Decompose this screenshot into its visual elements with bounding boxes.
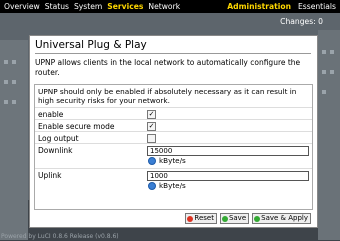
- secure-mode-label: Enable secure mode: [38, 122, 115, 131]
- title-divider: [35, 53, 311, 54]
- enable-label: enable: [38, 110, 64, 119]
- footer-version: Powered by LuCI 0.8.6 Release (v0.8.6): [1, 233, 119, 240]
- page-title: Universal Plug & Play: [35, 39, 147, 51]
- reset-icon: [187, 215, 194, 222]
- reset-button[interactable]: Reset: [185, 213, 217, 224]
- nav-status[interactable]: Status: [45, 2, 69, 11]
- log-output-row: Log output: [35, 131, 312, 143]
- save-apply-button[interactable]: Save & Apply: [252, 213, 311, 224]
- changes-counter[interactable]: Changes: 0: [280, 17, 323, 26]
- nav-overview[interactable]: Overview: [4, 2, 40, 11]
- uplink-row: Uplink 1000 kByte/s: [35, 168, 312, 193]
- main-panel: Universal Plug & Play UPNP allows client…: [29, 35, 318, 228]
- info-icon: [148, 156, 156, 165]
- uplink-input[interactable]: 1000: [147, 171, 309, 181]
- save-button[interactable]: Save: [219, 213, 250, 224]
- uplink-label: Uplink: [38, 171, 62, 180]
- enable-row: enable ✓: [35, 107, 312, 119]
- nav-services[interactable]: Services: [107, 2, 143, 11]
- info-icon: [148, 181, 156, 190]
- secure-mode-checkbox[interactable]: ✓: [147, 122, 156, 131]
- enable-checkbox[interactable]: ✓: [147, 110, 156, 119]
- reset-button-label: Reset: [194, 214, 214, 222]
- log-output-label: Log output: [38, 134, 79, 143]
- log-output-checkbox[interactable]: [147, 134, 156, 143]
- security-warning: UPNP should only be enabled if absolutel…: [38, 87, 297, 105]
- secure-mode-row: Enable secure mode ✓: [35, 119, 312, 131]
- downlink-label: Downlink: [38, 146, 73, 155]
- save-apply-button-label: Save & Apply: [261, 214, 308, 222]
- top-navigation-bar: Overview Status System Services Network …: [0, 0, 340, 13]
- save-icon: [221, 215, 228, 222]
- nav-essentials[interactable]: Essentials: [298, 2, 336, 11]
- form-actions: Reset Save Save & Apply: [182, 213, 311, 224]
- save-apply-icon: [254, 215, 261, 222]
- upnp-settings-section: UPNP should only be enabled if absolutel…: [34, 84, 313, 210]
- downlink-unit-hint: kByte/s: [148, 156, 186, 165]
- downlink-row: Downlink 15000 kByte/s: [35, 143, 312, 168]
- nav-administration[interactable]: Administration: [227, 2, 291, 11]
- downlink-input[interactable]: 15000: [147, 146, 309, 156]
- nav-system[interactable]: System: [74, 2, 102, 11]
- mode-switcher: Administration Essentials: [221, 0, 337, 13]
- uplink-unit: kByte/s: [159, 181, 186, 190]
- downlink-unit: kByte/s: [159, 156, 186, 165]
- nav-network[interactable]: Network: [148, 2, 180, 11]
- save-button-label: Save: [228, 214, 247, 222]
- page-description: UPNP allows clients in the local network…: [35, 58, 301, 77]
- uplink-unit-hint: kByte/s: [148, 181, 186, 190]
